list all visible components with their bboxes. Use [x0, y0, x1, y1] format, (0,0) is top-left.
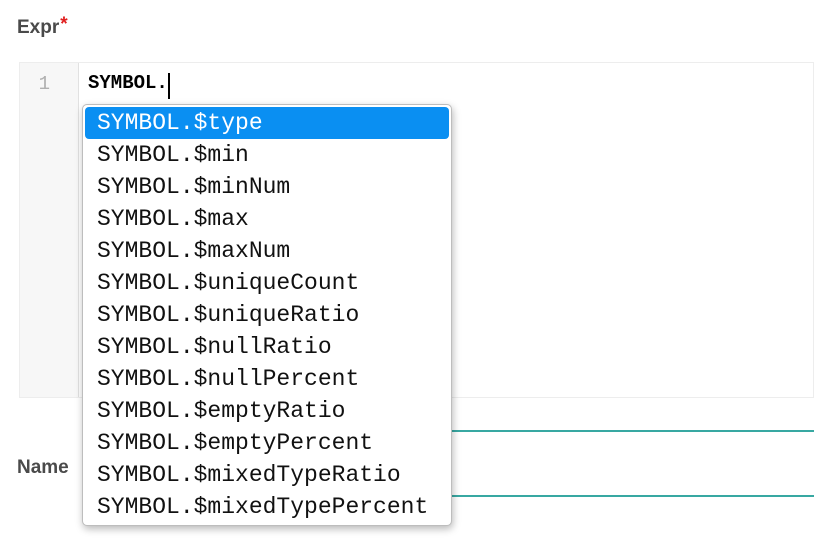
- expr-label-text: Expr: [17, 17, 59, 38]
- autocomplete-item[interactable]: SYMBOL.$maxNum: [85, 235, 449, 267]
- autocomplete-item[interactable]: SYMBOL.$emptyPercent: [85, 427, 449, 459]
- autocomplete-item[interactable]: SYMBOL.$minNum: [85, 171, 449, 203]
- autocomplete-dropdown: SYMBOL.$type SYMBOL.$min SYMBOL.$minNum …: [82, 104, 452, 526]
- autocomplete-item[interactable]: SYMBOL.$max: [85, 203, 449, 235]
- autocomplete-item[interactable]: SYMBOL.$uniqueRatio: [85, 299, 449, 331]
- name-field-label: Name: [17, 457, 69, 479]
- line-number: 1: [20, 72, 50, 96]
- autocomplete-item[interactable]: SYMBOL.$mixedTypeRatio: [85, 459, 449, 491]
- editor-gutter: 1: [20, 63, 79, 397]
- autocomplete-item[interactable]: SYMBOL.$mixedTypePercent: [85, 491, 449, 523]
- code-text: SYMBOL.: [88, 72, 168, 94]
- expr-field-label: Expr*: [17, 17, 68, 39]
- expression-form: Expr* 1 SYMBOL. Name SYMBOL.$type SYMBOL…: [0, 0, 814, 540]
- autocomplete-item[interactable]: SYMBOL.$nullPercent: [85, 363, 449, 395]
- autocomplete-item[interactable]: SYMBOL.$nullRatio: [85, 331, 449, 363]
- name-label-text: Name: [17, 457, 69, 478]
- autocomplete-item[interactable]: SYMBOL.$uniqueCount: [85, 267, 449, 299]
- required-asterisk: *: [60, 14, 67, 35]
- autocomplete-item[interactable]: SYMBOL.$type: [85, 107, 449, 139]
- autocomplete-item[interactable]: SYMBOL.$emptyRatio: [85, 395, 449, 427]
- autocomplete-item[interactable]: SYMBOL.$min: [85, 139, 449, 171]
- text-cursor: [168, 73, 170, 99]
